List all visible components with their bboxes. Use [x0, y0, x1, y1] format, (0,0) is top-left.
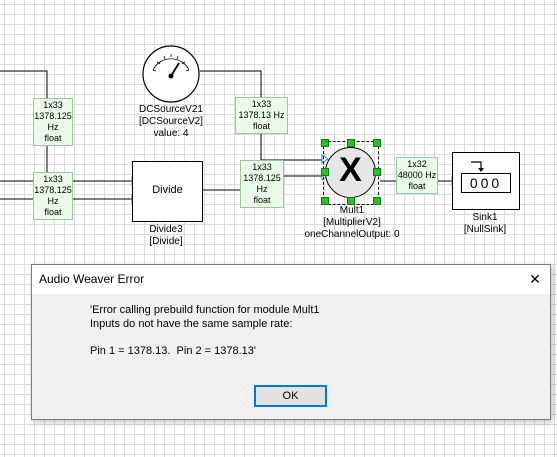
- sink-digits: 000: [469, 175, 503, 191]
- wire-info-dc-out[interactable]: 1x33 1378.13 Hz float: [235, 97, 288, 134]
- error-line-3: Pin 1 = 1378.13. Pin 2 = 1378.13': [90, 345, 257, 357]
- wire-type: float: [252, 121, 270, 131]
- wire-size: 1x33: [43, 100, 63, 110]
- wire-info-mid-left[interactable]: 1x33 1378.125 Hz float: [33, 172, 73, 220]
- sink-label: Sink1 [NullSink]: [455, 212, 515, 236]
- dcsource-type: [DCSourceV2]: [139, 116, 203, 127]
- divide-name: Divide3: [149, 224, 183, 235]
- wire-info-mult-out[interactable]: 1x32 48000 Hz float: [396, 157, 438, 194]
- close-icon[interactable]: ✕: [520, 265, 550, 294]
- wire-rate-unit: Hz: [256, 184, 268, 194]
- mult-module[interactable]: X: [321, 139, 381, 205]
- selection-handle[interactable]: [321, 168, 329, 176]
- wire-type: float: [408, 181, 426, 191]
- wire-size: 1x33: [252, 162, 272, 172]
- mult-param: oneChannelOutput: 0: [304, 229, 400, 240]
- error-line-1: 'Error calling prebuild function for mod…: [90, 304, 320, 316]
- wire-info-divide-out[interactable]: 1x33 1378.125 Hz float: [240, 160, 284, 208]
- wire-type: float: [44, 207, 62, 217]
- wire-size: 1x33: [251, 99, 272, 109]
- wire-rate: 1378.125: [34, 111, 72, 121]
- selection-handle[interactable]: [373, 168, 381, 176]
- mult-name: Mult1: [339, 205, 365, 216]
- wire-type: float: [253, 195, 271, 205]
- dcsource-value: value: 4: [153, 128, 189, 139]
- wire-rate-unit: Hz: [47, 122, 59, 132]
- wire-type: float: [44, 133, 62, 143]
- selection-handle[interactable]: [373, 197, 381, 205]
- selection-handle[interactable]: [347, 197, 355, 205]
- divide-type: [Divide]: [149, 236, 183, 247]
- error-dialog: Audio Weaver Error ✕ 'Error calling preb…: [31, 264, 551, 420]
- dcsource-module[interactable]: [141, 44, 201, 104]
- divide-label: Divide3 [Divide]: [136, 224, 196, 248]
- mult-label: Mult1 [MultiplierV2] oneChannelOutput: 0: [297, 205, 407, 241]
- wire-rate: 1378.13 Hz: [238, 110, 285, 120]
- selection-handle[interactable]: [347, 139, 355, 147]
- dialog-title: Audio Weaver Error: [39, 272, 145, 286]
- selection-handle[interactable]: [321, 197, 329, 205]
- selection-handle[interactable]: [321, 139, 329, 147]
- divide-module[interactable]: Divide: [132, 161, 203, 222]
- dcsource-name: DCSourceV21: [139, 104, 203, 115]
- divide-title: Divide: [152, 184, 183, 196]
- wire-rate-unit: Hz: [47, 196, 59, 206]
- dialog-titlebar[interactable]: Audio Weaver Error ✕: [32, 265, 550, 294]
- selection-handle[interactable]: [373, 139, 381, 147]
- sink-type: [NullSink]: [463, 224, 507, 235]
- dcsource-label: DCSourceV21 [DCSourceV2] value: 4: [128, 104, 214, 140]
- wire-size: 1x33: [43, 174, 63, 184]
- error-line-2: Inputs do not have the same sample rate:: [90, 318, 293, 330]
- wire-size: 1x32: [407, 159, 427, 169]
- arrow-icon: [471, 161, 484, 172]
- wire-rate: 1378.125: [243, 173, 281, 183]
- ok-button[interactable]: OK: [254, 385, 327, 407]
- sink-module[interactable]: 000: [452, 152, 520, 210]
- sink-display: 000: [461, 173, 511, 193]
- wire-rate: 48000 Hz: [397, 170, 437, 180]
- wire-rate: 1378.125: [34, 185, 72, 195]
- mult-glyph: X: [339, 151, 362, 189]
- sink-name: Sink1: [472, 212, 498, 223]
- wire-info-top-left[interactable]: 1x33 1378.125 Hz float: [33, 98, 73, 146]
- mult-type: [MultiplierV2]: [323, 217, 381, 228]
